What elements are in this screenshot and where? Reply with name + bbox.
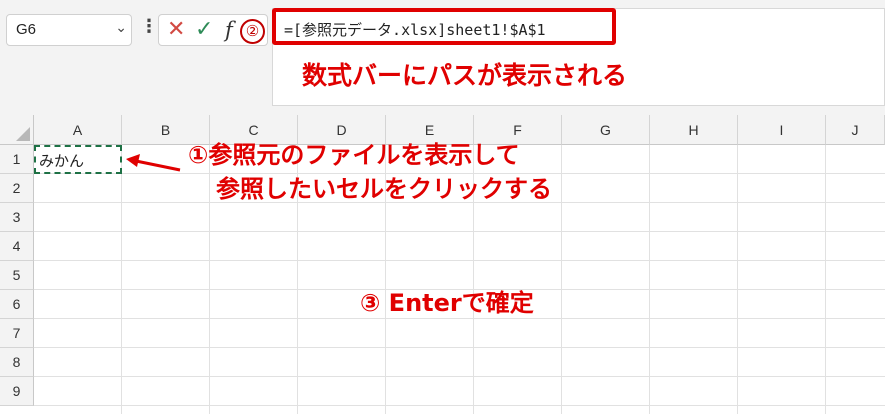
name-box-value: G6	[16, 21, 37, 38]
step-1-line-2: 参照したいセルをクリックする	[216, 175, 552, 203]
gridline	[34, 376, 885, 377]
cell-a1-value: みかん	[39, 152, 85, 170]
column-header-j[interactable]: J	[826, 115, 885, 145]
row-header-7[interactable]: 7	[0, 319, 34, 348]
row-header-8[interactable]: 8	[0, 348, 34, 377]
row-header-5[interactable]: 5	[0, 261, 34, 290]
check-icon[interactable]: ✓	[195, 17, 213, 42]
gridline	[121, 145, 122, 414]
gridline	[34, 405, 885, 406]
row-header-2[interactable]: 2	[0, 174, 34, 203]
row-header-3[interactable]: 3	[0, 203, 34, 232]
more-options-icon[interactable]: ⋮	[140, 16, 158, 37]
gridline	[34, 231, 885, 232]
gridline	[825, 145, 826, 414]
column-header-a[interactable]: A	[34, 115, 122, 145]
formula-highlight[interactable]: =[参照元データ.xlsx]sheet1!$A$1	[272, 8, 616, 45]
step-1-line-1: ①参照元のファイルを表示して	[188, 141, 520, 169]
step-1-note: ①参照元のファイルを表示して 参照したいセルをクリックする	[188, 138, 552, 206]
column-header-g[interactable]: G	[562, 115, 650, 145]
gridline	[561, 145, 562, 414]
column-header-h[interactable]: H	[650, 115, 738, 145]
close-icon[interactable]: ✕	[167, 17, 185, 42]
step-3-note: ③ Enterで確定	[360, 289, 534, 317]
formula-path-note: 数式バーにパスが表示される	[302, 61, 628, 90]
row-header-4[interactable]: 4	[0, 232, 34, 261]
row-header-9[interactable]: 9	[0, 377, 34, 406]
gridline	[34, 347, 885, 348]
gridline	[34, 318, 885, 319]
row-header-1[interactable]: 1	[0, 145, 34, 174]
insert-function-icon[interactable]: f	[225, 18, 233, 42]
pointer-arrow-icon	[126, 154, 181, 172]
formula-toolbar: G6 ⌄ ⋮ ✕ ✓ f =[参照元データ.xlsx]sheet1!$A$1 ②…	[0, 0, 885, 115]
gridline	[649, 145, 650, 414]
name-box[interactable]: G6 ⌄	[6, 14, 132, 46]
cell-a1[interactable]: みかん	[34, 145, 122, 174]
step-2-badge: ②	[240, 19, 265, 44]
gridline	[34, 260, 885, 261]
chevron-down-icon[interactable]: ⌄	[115, 20, 127, 36]
row-header-6[interactable]: 6	[0, 290, 34, 319]
column-header-i[interactable]: I	[738, 115, 826, 145]
formula-text: =[参照元データ.xlsx]sheet1!$A$1	[284, 21, 546, 39]
gridline	[737, 145, 738, 414]
select-all-button[interactable]	[0, 115, 34, 145]
